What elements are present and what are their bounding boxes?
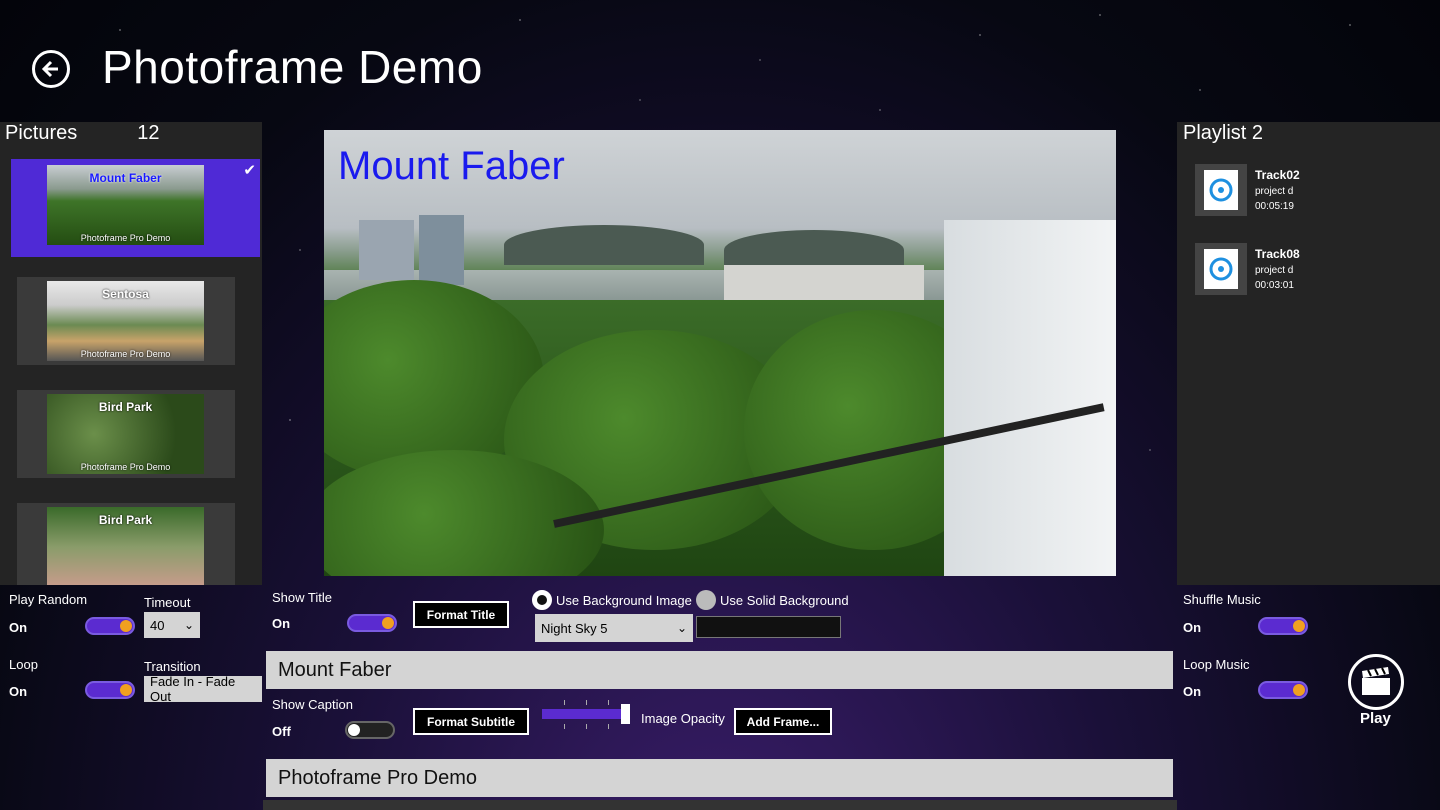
building-shape xyxy=(359,220,414,280)
check-icon: ✔ xyxy=(243,162,256,179)
loop-value: On xyxy=(9,684,28,699)
hill-shape xyxy=(504,225,704,265)
picture-title: Bird Park xyxy=(98,513,153,527)
use-background-image-label: Use Background Image xyxy=(556,592,692,608)
slider-thumb[interactable] xyxy=(621,704,630,724)
picture-thumbnail: Bird Park Photoframe Pro Demo xyxy=(47,394,204,474)
background-select[interactable]: Night Sky 5 ⌄ xyxy=(535,614,693,642)
transition-value: Fade In - Fade Out xyxy=(150,674,236,704)
show-title-toggle[interactable] xyxy=(347,614,397,632)
building-shape xyxy=(419,215,464,285)
shuffle-music-label: Shuffle Music xyxy=(1183,592,1261,607)
pictures-panel: Pictures 12 Mount Faber Photoframe Pro D… xyxy=(0,122,262,585)
photo-preview: Mount Faber xyxy=(324,130,1116,576)
use-background-image-radio[interactable]: Use Background Image xyxy=(532,590,692,610)
playlist-track[interactable]: Track02 project d 00:05:19 xyxy=(1195,164,1425,220)
picture-thumbnail: Mount Faber Photoframe Pro Demo xyxy=(47,165,204,245)
pictures-count: 12 xyxy=(137,122,160,144)
picture-thumbnail: Bird Park xyxy=(47,507,204,585)
loop-label: Loop xyxy=(9,657,38,672)
track-project: project d xyxy=(1255,186,1294,197)
playlist-panel: Playlist 2 Track02 project d 00:05:19 Tr… xyxy=(1177,122,1440,585)
picture-item[interactable]: Sentosa Photoframe Pro Demo xyxy=(17,277,235,365)
picture-title: Bird Park xyxy=(98,400,153,414)
show-caption-toggle[interactable] xyxy=(345,721,395,739)
play-random-label: Play Random xyxy=(9,592,88,607)
radio-unchecked-icon xyxy=(696,590,716,610)
show-title-value: On xyxy=(272,616,291,631)
add-frame-button[interactable]: Add Frame... xyxy=(734,708,832,735)
show-caption-value: Off xyxy=(272,724,291,739)
play-random-toggle[interactable] xyxy=(85,617,135,635)
loop-music-value: On xyxy=(1183,684,1202,699)
picture-title: Sentosa xyxy=(102,287,149,301)
back-button[interactable] xyxy=(32,50,70,88)
solid-color-picker[interactable] xyxy=(696,616,841,638)
picture-subtitle: Photoframe Pro Demo xyxy=(80,349,171,359)
play-random-value: On xyxy=(9,620,28,635)
play-button[interactable] xyxy=(1348,654,1404,710)
radio-checked-icon xyxy=(532,590,552,610)
track-name: Track02 xyxy=(1255,168,1300,182)
building-shape xyxy=(944,220,1116,576)
chevron-down-icon: ⌄ xyxy=(183,618,194,632)
building-shape xyxy=(724,265,924,300)
preview-title: Mount Faber xyxy=(338,144,565,188)
clapperboard-icon xyxy=(1362,667,1390,695)
chevron-down-icon: ⌄ xyxy=(676,621,687,635)
picture-subtitle: Photoframe Pro Demo xyxy=(80,462,171,472)
app-window: Photoframe Demo Pictures 12 Mount Faber … xyxy=(0,0,1440,810)
timeout-label: Timeout xyxy=(144,595,191,610)
pictures-label: Pictures xyxy=(5,122,78,144)
header: Photoframe Demo xyxy=(0,0,1440,120)
picture-item[interactable]: Mount Faber Photoframe Pro Demo ✔ xyxy=(11,159,260,257)
arrow-left-icon xyxy=(41,60,58,78)
pictures-header: Pictures 12 xyxy=(0,122,262,152)
picture-title: Mount Faber xyxy=(89,171,162,185)
slider-fill xyxy=(542,709,621,719)
format-title-button[interactable]: Format Title xyxy=(413,601,509,628)
picture-thumbnail: Sentosa Photoframe Pro Demo xyxy=(47,281,204,361)
loop-music-toggle[interactable] xyxy=(1258,681,1308,699)
shuffle-music-toggle[interactable] xyxy=(1258,617,1308,635)
picture-subtitle: Photoframe Pro Demo xyxy=(80,233,171,243)
track-duration: 00:03:01 xyxy=(1255,280,1294,291)
picture-item[interactable]: Bird Park xyxy=(17,503,235,585)
loop-music-label: Loop Music xyxy=(1183,657,1250,672)
show-caption-label: Show Caption xyxy=(272,697,353,712)
track-name: Track08 xyxy=(1255,247,1300,261)
track-duration: 00:05:19 xyxy=(1255,201,1294,212)
picture-item[interactable]: Bird Park Photoframe Pro Demo xyxy=(17,390,235,478)
play-label: Play xyxy=(1360,710,1391,727)
image-opacity-slider[interactable] xyxy=(542,700,630,730)
background-value: Night Sky 5 xyxy=(541,620,608,636)
shuffle-music-value: On xyxy=(1183,620,1202,635)
use-solid-background-label: Use Solid Background xyxy=(720,592,849,608)
use-solid-background-radio[interactable]: Use Solid Background xyxy=(696,590,849,610)
show-title-label: Show Title xyxy=(272,590,332,605)
loop-toggle[interactable] xyxy=(85,681,135,699)
title-text-input[interactable]: Mount Faber xyxy=(266,651,1173,689)
caption-text-input[interactable]: Photoframe Pro Demo xyxy=(266,759,1173,797)
playlist-track[interactable]: Track08 project d 00:03:01 xyxy=(1195,243,1425,299)
timeout-select[interactable]: 40 ⌄ xyxy=(144,612,200,638)
timeout-value: 40 xyxy=(150,617,165,633)
image-opacity-label: Image Opacity xyxy=(641,711,725,726)
hill-shape xyxy=(724,230,904,270)
playlist-label: Playlist 2 xyxy=(1183,122,1264,144)
music-file-icon xyxy=(1195,164,1247,216)
playlist-header: Playlist 2 xyxy=(1177,122,1440,152)
track-project: project d xyxy=(1255,265,1294,276)
picture-list[interactable]: Mount Faber Photoframe Pro Demo ✔ Sentos… xyxy=(0,158,262,585)
format-subtitle-button[interactable]: Format Subtitle xyxy=(413,708,529,735)
scroll-bar[interactable] xyxy=(263,800,1177,810)
transition-label: Transition xyxy=(144,659,201,674)
music-file-icon xyxy=(1195,243,1247,295)
transition-select[interactable]: Fade In - Fade Out xyxy=(144,674,262,704)
page-title: Photoframe Demo xyxy=(102,41,483,93)
